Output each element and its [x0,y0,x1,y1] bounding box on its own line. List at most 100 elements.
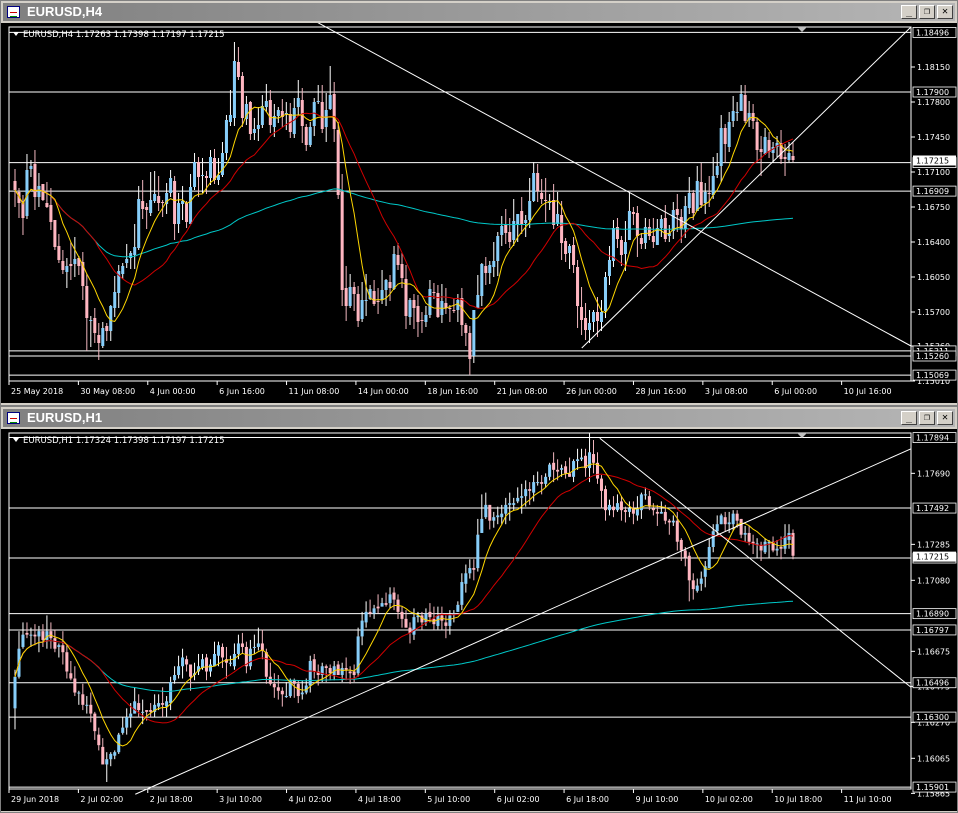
bear-candle [204,657,209,672]
bull-candle [193,162,197,187]
bull-candle [572,461,576,477]
bull-candle [763,137,767,154]
bear-candle [504,225,508,233]
price-chart-h1[interactable]: 1.176901.172851.170801.166751.164751.162… [1,429,957,811]
chart-window-h4[interactable]: EURUSD,H4 _ ❐ ✕ 1.18150 1.17800 1.17450 1.1… [0,0,958,406]
bear-candle [268,676,272,684]
bull-candle [57,645,61,647]
bear-candle [173,181,177,224]
bear-candle [540,193,544,199]
bear-candle [93,318,97,333]
bull-candle [603,277,608,311]
bull-candle [129,253,133,258]
bull-candle [324,110,328,127]
bear-candle [420,320,424,321]
bear-candle [260,643,264,651]
bull-candle [129,713,133,718]
bear-candle [631,212,635,214]
close-button[interactable]: ✕ [937,411,953,425]
bull-candle [308,660,312,686]
bull-candle [699,578,703,584]
bull-candle [212,653,217,667]
bear-candle [13,181,17,190]
chart-window-h1[interactable]: EURUSD,H1 _ ❐ ✕ 1.17690 1.17285 1.17080 1.1… [0,406,958,813]
bull-candle [89,320,93,321]
bear-candle [400,264,404,278]
window-title-bar[interactable]: EURUSD,H1 _ ❐ ✕ [3,409,955,427]
bull-candle [328,95,332,109]
bull-candle [492,517,496,521]
bear-candle [679,539,683,551]
bear-candle [552,462,556,470]
bull-candle [121,266,125,274]
price-tick-label: 1.16400 [917,238,950,247]
bull-candle [220,153,224,175]
bull-candle [125,717,129,728]
bear-candle [595,312,600,321]
bull-candle [695,181,699,211]
bear-candle [699,182,703,205]
bull-candle [731,513,735,525]
bear-candle [61,261,65,270]
minimize-button[interactable]: _ [901,411,917,425]
bear-candle [276,687,280,691]
bull-candle [719,128,723,166]
bull-candle [372,608,376,614]
bull-candle [496,236,500,261]
bear-candle [33,634,37,637]
minimize-button[interactable]: _ [901,5,917,19]
time-axis-label: 4 Jun 00:00 [150,387,196,396]
bear-candle [392,592,396,600]
bull-candle [588,323,592,330]
level-price-label: 1.16909 [916,187,949,196]
bull-candle [260,106,264,125]
bear-candle [352,671,356,676]
bear-candle [412,300,416,308]
time-axis-label: 14 Jun 00:00 [358,387,409,396]
bull-candle [683,206,687,229]
restore-button[interactable]: ❐ [919,5,935,19]
bull-candle [560,468,564,470]
bull-candle [715,166,719,175]
bear-candle [280,690,284,695]
bull-candle [512,503,516,505]
bull-candle [516,497,520,502]
bear-candle [49,205,53,222]
bull-candle [149,200,153,213]
bull-candle [388,594,392,604]
bull-candle [316,101,320,102]
bear-candle [236,62,240,77]
bear-candle [25,632,29,635]
bear-candle [691,580,695,590]
bear-candle [97,734,101,746]
level-price-label: 1.16300 [916,713,949,722]
bull-candle [153,194,157,201]
bull-candle [627,508,631,512]
bear-candle [376,606,380,609]
bull-candle [532,173,536,201]
bull-candle [308,127,312,145]
restore-button[interactable]: ❐ [919,411,935,425]
bear-candle [683,550,687,558]
bear-candle [603,489,608,511]
bull-candle [512,221,516,240]
price-chart-h4[interactable]: 1.18150 1.17800 1.17450 1.17100 1.16750 1.164… [1,23,957,403]
level-price-label: 1.16797 [916,626,949,635]
bull-candle [488,265,492,273]
time-axis-label: 6 Jul 18:00 [566,795,609,804]
window-title-bar[interactable]: EURUSD,H4 _ ❐ ✕ [3,3,955,21]
bull-candle [671,210,675,231]
bull-candle [13,676,17,709]
bull-candle [252,646,256,648]
bull-candle [460,582,464,605]
bear-candle [69,264,73,266]
bull-candle [607,504,611,511]
bull-candle [232,61,236,118]
bear-candle [564,466,568,474]
bear-candle [304,127,308,145]
time-axis-label: 25 May 2018 [11,387,63,396]
close-button[interactable]: ✕ [937,5,953,19]
bull-candle [568,246,572,253]
bull-candle [177,666,181,676]
bull-candle [37,186,41,197]
